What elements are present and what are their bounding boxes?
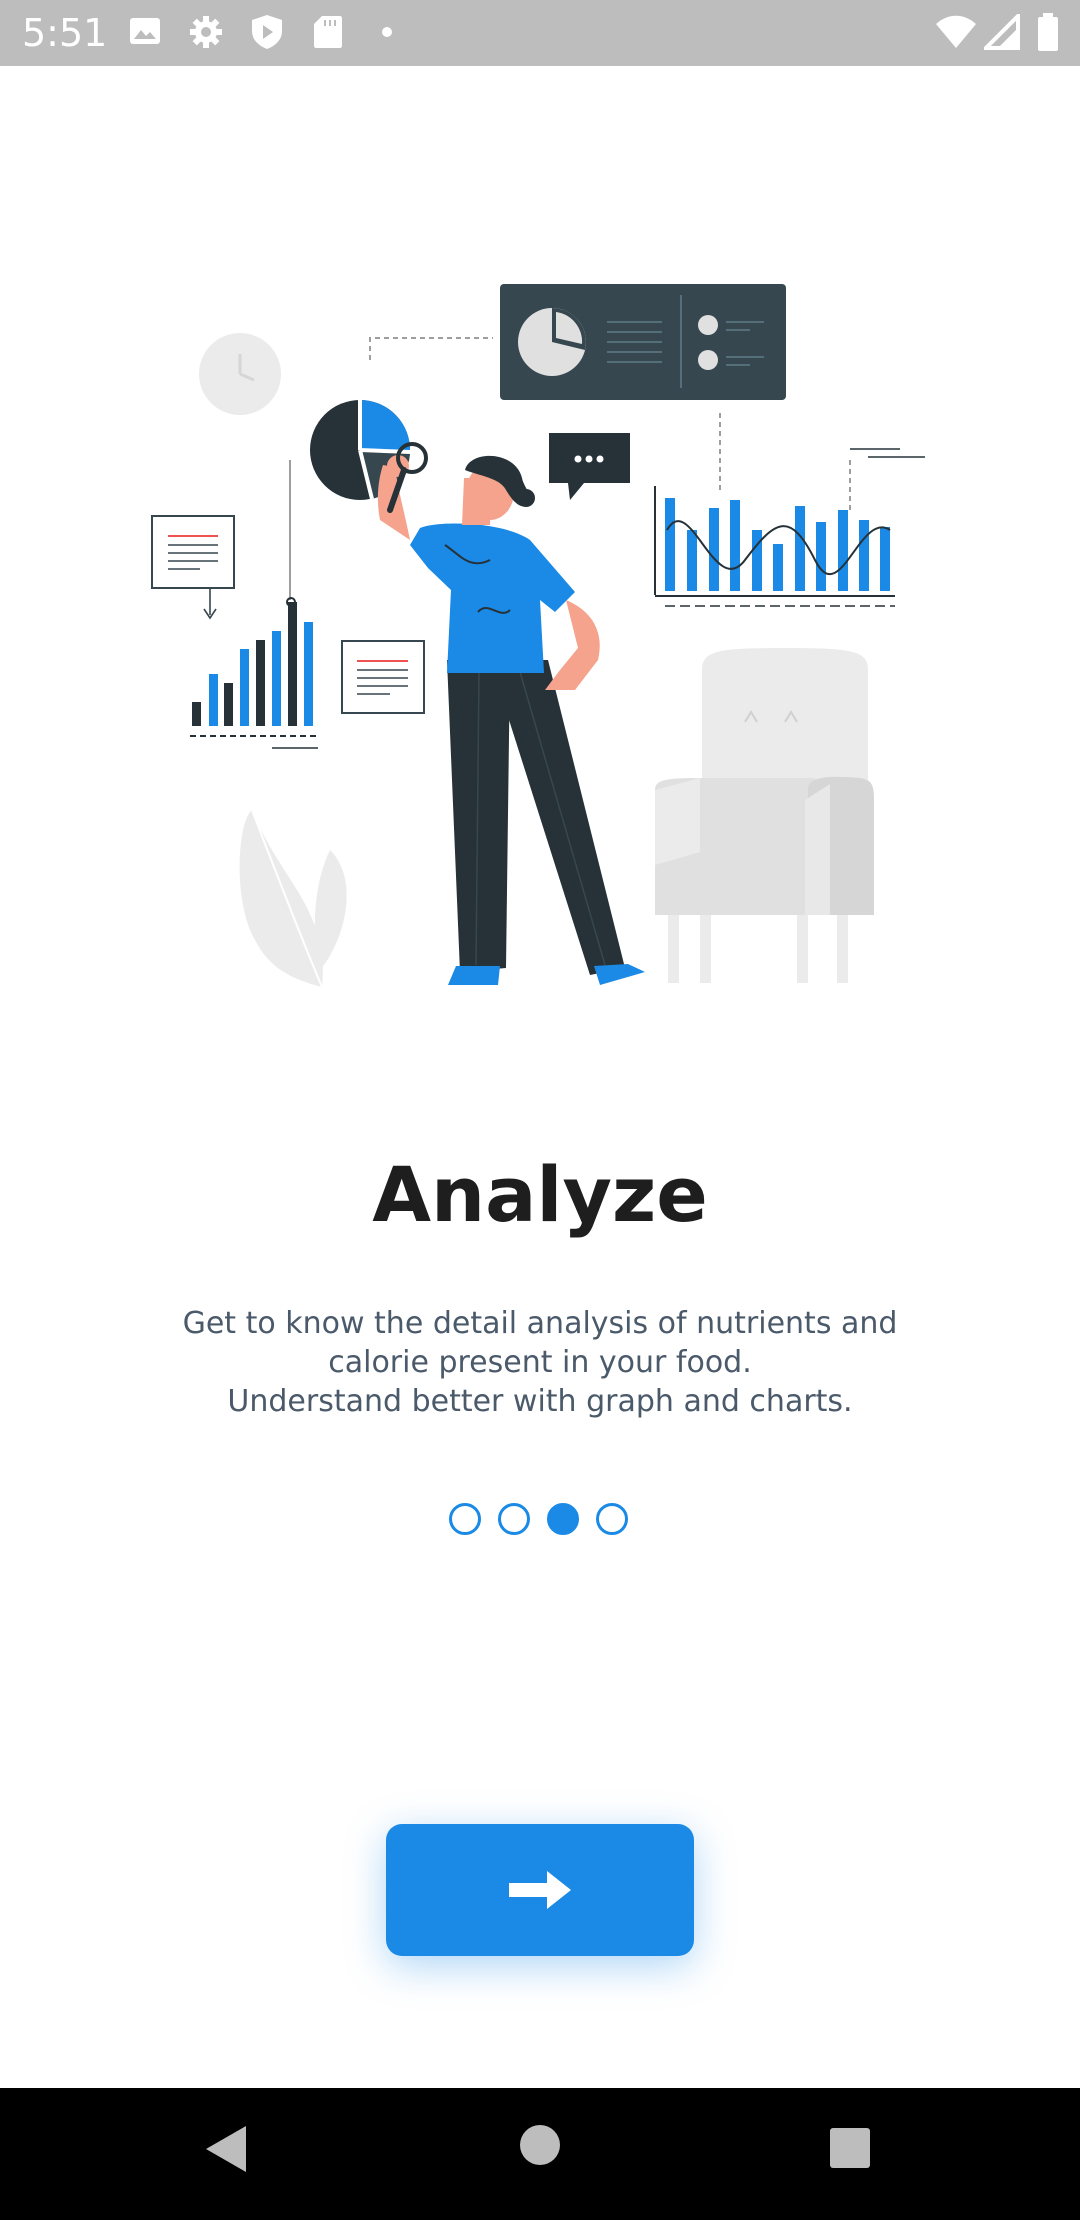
status-time: 5:51 [22,11,108,55]
dot-icon [382,27,392,37]
sd-card-icon [314,16,342,48]
battery-icon [1038,13,1058,51]
description-line: Get to know the detail analysis of nutri… [182,1306,898,1341]
system-nav-bar [0,2088,1080,2220]
image-icon [130,18,160,44]
plant-leaf-graphic [239,809,347,988]
arrow-right-icon [509,1871,571,1909]
signal-icon [984,14,1020,50]
home-icon[interactable] [519,2124,561,2166]
document-card-left [151,515,235,620]
speech-bubble-icon [549,433,630,500]
bar-chart-right-graphic [654,448,925,607]
gear-icon [190,16,222,48]
page-dot-3[interactable] [547,1503,579,1535]
analyze-illustration [151,284,925,988]
back-icon[interactable] [204,2124,248,2174]
status-bar: 5:51 [0,0,1080,66]
next-button[interactable] [386,1824,694,1956]
description-line: calorie present in your food. [328,1345,752,1380]
page-dot-1[interactable] [449,1503,481,1535]
armchair-graphic [655,648,874,983]
page-dot-2[interactable] [498,1503,530,1535]
description-line: Understand better with graph and charts. [227,1384,853,1419]
person-with-magnifier-graphic [377,442,645,985]
document-card-right [341,640,425,714]
wall-clock-icon [199,333,281,415]
page-dot-4[interactable] [596,1503,628,1535]
dashboard-panel [500,284,786,400]
bar-chart-left-graphic [190,597,318,749]
page-indicator [449,1503,628,1535]
recents-icon[interactable] [830,2128,870,2168]
wifi-icon [936,15,976,48]
page-title: Analyze [372,1150,708,1239]
description-text: Get to know the detail analysis of nutri… [90,1304,990,1421]
shield-icon [252,15,282,49]
